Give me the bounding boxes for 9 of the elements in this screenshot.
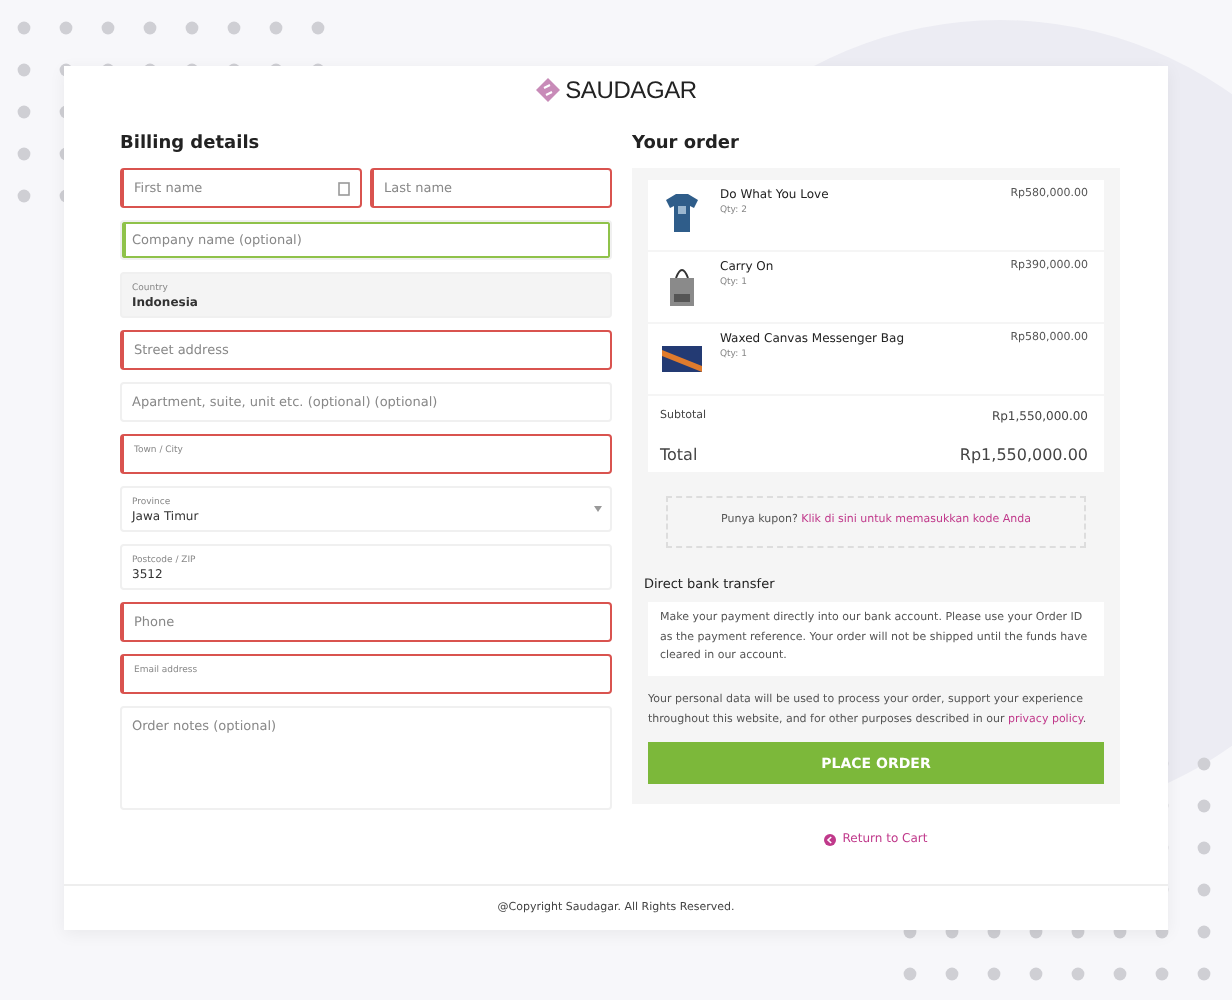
caret-icon (594, 506, 602, 512)
id-card-icon (338, 182, 350, 196)
section-title: Billing details (120, 134, 262, 158)
total-label: Total (660, 445, 698, 463)
brand-name: SAUDAGAR (565, 76, 697, 104)
section-title: Your order (632, 134, 741, 158)
back-icon (824, 833, 837, 846)
total-value: Rp1,550,000.00 (959, 445, 1088, 463)
logo-icon (535, 78, 560, 102)
